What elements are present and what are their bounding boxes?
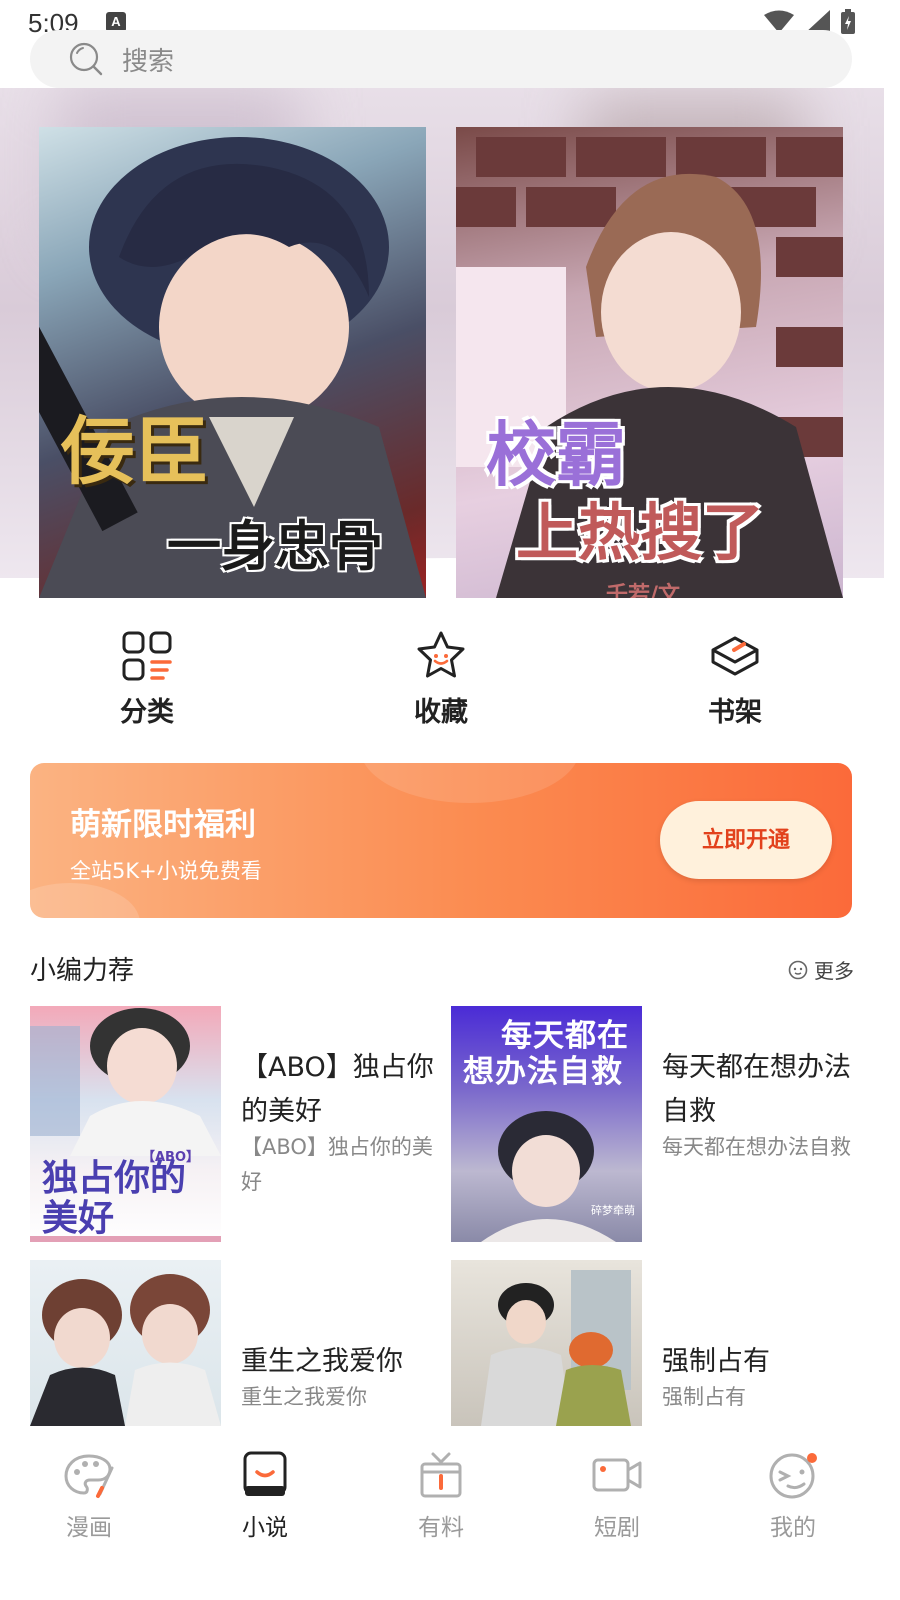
activate-now-button[interactable]: 立即开通	[660, 801, 832, 879]
tab-novels-label: 小说	[242, 1515, 288, 1541]
book-icon	[243, 1451, 287, 1496]
category-icon	[122, 631, 172, 681]
book-desc-1: 【ABO】独占你的美好	[241, 1135, 433, 1194]
tab-novels[interactable]: 小说	[200, 1450, 330, 1542]
tab-profile-label: 我的	[770, 1515, 816, 1541]
tab-extras-label: 有料	[418, 1515, 464, 1541]
book-cover-2-text-bottom: 想办法自救	[463, 1054, 623, 1090]
tab-profile[interactable]: 我的	[728, 1450, 858, 1542]
book-title-3: 重生之我爱你	[241, 1346, 403, 1377]
book-card-4[interactable]: 强制占有 强制占有	[451, 1260, 871, 1426]
more-link[interactable]: 更多	[788, 955, 854, 984]
bookshelf-button[interactable]: 书架	[635, 630, 835, 729]
book-card-3[interactable]: 重生之我爱你 重生之我爱你	[30, 1260, 450, 1426]
book-desc-2: 每天都在想办法自救	[662, 1135, 851, 1159]
bookshelf-icon	[711, 636, 759, 676]
hero-cover-2-title-line2: 上热搜了	[516, 496, 765, 569]
book-card-1[interactable]: 【ABO】 独占你的美好 【ABO】独占你的美好 【ABO】独占你的美好	[30, 1006, 450, 1242]
section-title: 小编力荐	[30, 956, 135, 986]
tab-comics[interactable]: 漫画	[24, 1450, 154, 1542]
tab-short-drama[interactable]: 短剧	[552, 1450, 682, 1542]
hero-cover-1-title-line2: 一身忠骨	[167, 514, 383, 578]
search-placeholder: 搜索	[122, 46, 175, 77]
video-icon	[592, 1458, 642, 1492]
promo-subtitle: 全站5K+小说免费看	[70, 859, 262, 883]
search-icon	[69, 42, 103, 76]
notification-icon: A	[106, 12, 126, 32]
favorites-label: 收藏	[414, 697, 468, 728]
hero-cover-1-title-line1: 佞臣	[61, 409, 209, 495]
profile-face-icon	[769, 1453, 817, 1499]
tab-extras[interactable]: 有料	[376, 1450, 506, 1542]
category-label: 分类	[120, 697, 174, 728]
book-desc-4: 强制占有	[662, 1385, 746, 1409]
book-cover-3	[30, 1260, 221, 1426]
palette-icon	[64, 1454, 114, 1498]
hero-cover-1[interactable]: 佞臣 一身忠骨	[39, 127, 426, 598]
book-title-4: 强制占有	[662, 1346, 770, 1377]
more-icon	[788, 960, 808, 979]
promo-title: 萌新限时福利	[70, 807, 256, 843]
book-title-1: 【ABO】独占你的美好	[241, 1052, 434, 1127]
search-bar[interactable]: 搜索	[30, 30, 852, 88]
bookshelf-label: 书架	[708, 697, 762, 728]
bottom-tab-bar: 漫画 小说 有料 短剧 我的	[0, 1426, 900, 1600]
favorites-button[interactable]: 收藏	[341, 630, 541, 729]
book-cover-4	[451, 1260, 642, 1426]
book-card-2[interactable]: 每天都在 想办法自救 碎梦牵萌 每天都在想办法自救 每天都在想办法自救	[451, 1006, 871, 1242]
tab-short-drama-label: 短剧	[594, 1515, 640, 1541]
book-cover-2: 每天都在 想办法自救 碎梦牵萌	[451, 1006, 642, 1242]
book-cover-1: 【ABO】 独占你的美好	[30, 1006, 221, 1242]
promo-banner[interactable]: 萌新限时福利 全站5K+小说免费看 立即开通	[30, 763, 852, 918]
book-cover-1-text: 独占你的美好	[42, 1157, 187, 1239]
hero-cover-2[interactable]: 校霸 上热搜了 千若/文	[456, 127, 843, 598]
book-cover-2-author: 碎梦牵萌	[591, 1204, 635, 1217]
tab-comics-label: 漫画	[66, 1515, 112, 1541]
hero-cover-2-author: 千若/文	[606, 583, 681, 598]
battery-icon	[841, 9, 855, 34]
book-desc-3: 重生之我爱你	[241, 1385, 367, 1409]
category-button[interactable]: 分类	[47, 630, 247, 729]
more-label: 更多	[814, 959, 854, 983]
star-icon	[417, 631, 465, 678]
gift-icon	[420, 1452, 462, 1498]
book-title-2: 每天都在想办法自救	[662, 1052, 851, 1127]
